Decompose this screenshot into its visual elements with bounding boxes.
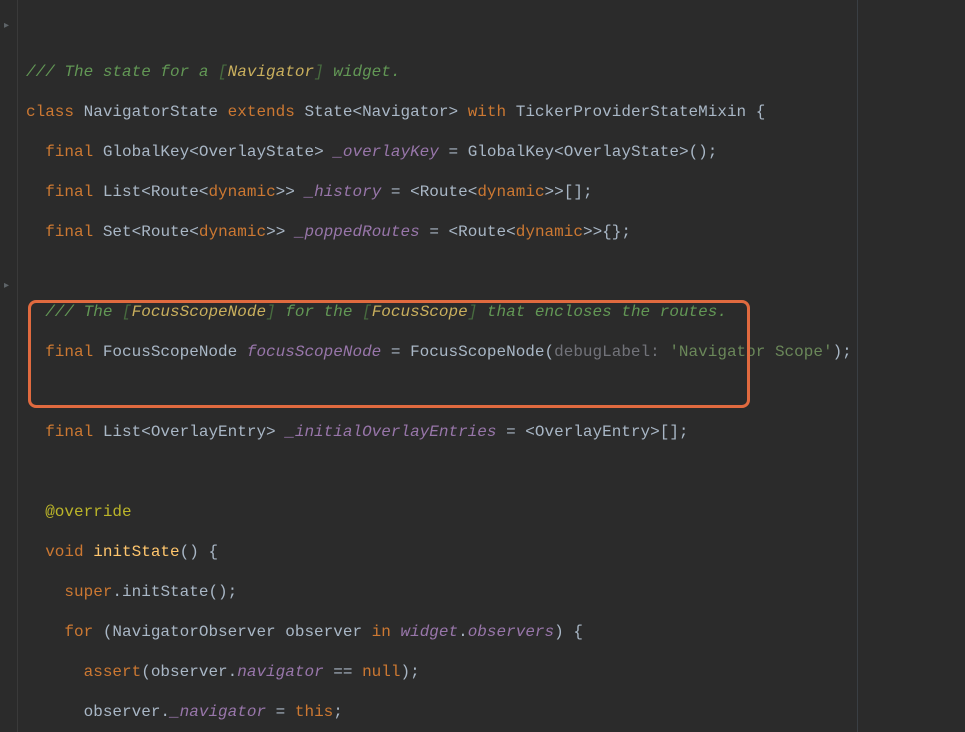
gutter: ▸ ▸ [0,0,18,732]
code-line: super.initState(); [26,582,965,602]
code-line: class NavigatorState extends State<Navig… [26,102,965,122]
code-line: assert(observer.navigator == null); [26,662,965,682]
code-line: final GlobalKey<OverlayState> _overlayKe… [26,142,965,162]
code-line: /// The [FocusScopeNode] for the [FocusS… [26,302,965,322]
fold-icon[interactable]: ▸ [4,282,14,292]
code-line: /// The state for a [Navigator] widget. [26,62,965,82]
code-line: final FocusScopeNode focusScopeNode = Fo… [26,342,965,362]
code-line: observer._navigator = this; [26,702,965,722]
code-line [26,262,965,282]
code-line: void initState() { [26,542,965,562]
code-line: final List<OverlayEntry> _initialOverlay… [26,422,965,442]
code-area[interactable]: /// The state for a [Navigator] widget. … [18,0,965,732]
code-line: final List<Route<dynamic>> _history = <R… [26,182,965,202]
code-line: for (NavigatorObserver observer in widge… [26,622,965,642]
code-line: final Set<Route<dynamic>> _poppedRoutes … [26,222,965,242]
code-line [26,382,965,402]
code-line [26,462,965,482]
fold-icon[interactable]: ▸ [4,22,14,32]
code-editor[interactable]: ▸ ▸ /// The state for a [Navigator] widg… [0,0,965,732]
code-line: @override [26,502,965,522]
